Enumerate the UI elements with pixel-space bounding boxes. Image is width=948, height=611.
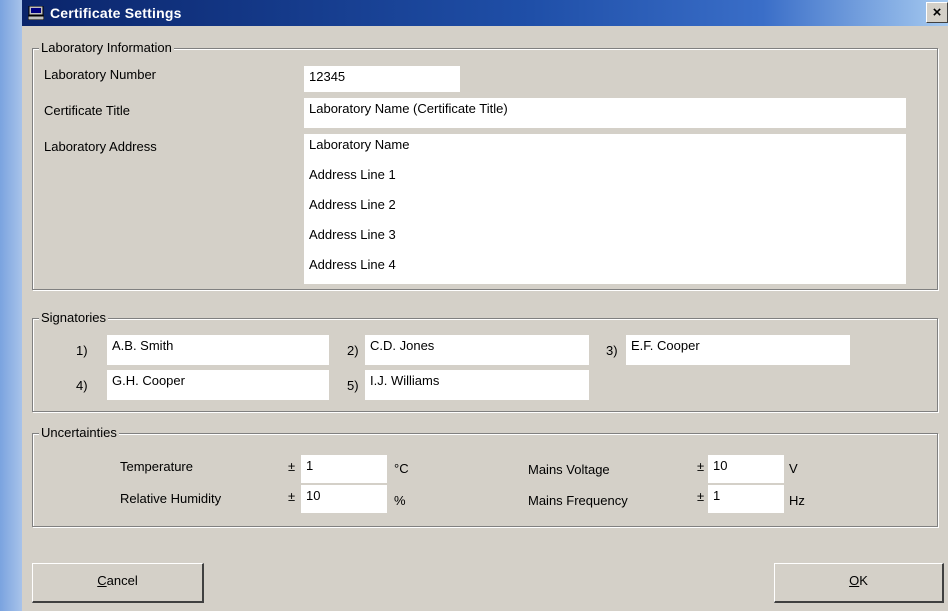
certificate-title-label: Certificate Title xyxy=(44,103,130,118)
signatory-number: 4) xyxy=(76,378,88,393)
signatory-number: 5) xyxy=(347,378,359,393)
percent-unit: % xyxy=(394,493,406,508)
signatory-number: 3) xyxy=(606,343,618,358)
computer-icon xyxy=(28,6,44,20)
laboratory-address-label: Laboratory Address xyxy=(44,139,157,154)
desktop-background xyxy=(0,0,22,611)
celsius-unit: °C xyxy=(394,461,409,476)
cancel-accelerator: C xyxy=(97,573,107,588)
signatory-field[interactable]: A.B. Smith xyxy=(107,335,329,365)
signatories-legend: Signatories xyxy=(39,310,109,325)
plus-minus-sign: ± xyxy=(288,489,296,504)
uncertainties-legend: Uncertainties xyxy=(39,425,119,440)
mains-frequency-label: Mains Frequency xyxy=(528,493,628,508)
address-line-field[interactable]: Address Line 2 xyxy=(304,194,906,224)
address-line-field[interactable]: Laboratory Name xyxy=(304,134,906,164)
uncertainties-group: Uncertainties xyxy=(32,425,938,527)
hertz-unit: Hz xyxy=(789,493,805,508)
ok-button[interactable]: OK xyxy=(774,563,944,603)
address-line-field[interactable]: Address Line 3 xyxy=(304,224,906,254)
temperature-label: Temperature xyxy=(120,459,193,474)
relative-humidity-label: Relative Humidity xyxy=(120,491,222,506)
humidity-uncertainty-field[interactable]: 10 xyxy=(301,485,387,513)
close-button[interactable]: × xyxy=(926,2,948,23)
laboratory-number-field[interactable]: 12345 xyxy=(304,66,460,92)
voltage-uncertainty-field[interactable]: 10 xyxy=(708,455,784,483)
mains-voltage-label: Mains Voltage xyxy=(528,462,610,477)
certificate-settings-dialog: Certificate Settings × Laboratory Inform… xyxy=(22,0,948,611)
ok-accelerator: O xyxy=(849,573,860,588)
plus-minus-sign: ± xyxy=(697,489,705,504)
close-icon: × xyxy=(932,4,942,21)
cancel-label: ancel xyxy=(106,573,138,588)
signatory-field[interactable]: E.F. Cooper xyxy=(626,335,850,365)
cancel-button[interactable]: Cancel xyxy=(32,563,204,603)
laboratory-number-label: Laboratory Number xyxy=(44,67,156,82)
address-line-field[interactable]: Address Line 1 xyxy=(304,164,906,194)
plus-minus-sign: ± xyxy=(697,459,705,474)
plus-minus-sign: ± xyxy=(288,459,296,474)
frequency-uncertainty-field[interactable]: 1 xyxy=(708,485,784,513)
laboratory-information-legend: Laboratory Information xyxy=(39,40,174,55)
volt-unit: V xyxy=(789,461,798,476)
address-line-field[interactable]: Address Line 4 xyxy=(304,254,906,284)
signatory-field[interactable]: I.J. Williams xyxy=(365,370,589,400)
certificate-title-field[interactable]: Laboratory Name (Certificate Title) xyxy=(304,98,906,128)
ok-label: K xyxy=(859,573,868,588)
signatory-field[interactable]: G.H. Cooper xyxy=(107,370,329,400)
window-title: Certificate Settings xyxy=(50,5,182,21)
signatory-number: 2) xyxy=(347,343,359,358)
signatory-number: 1) xyxy=(76,343,88,358)
signatory-field[interactable]: C.D. Jones xyxy=(365,335,589,365)
title-bar[interactable]: Certificate Settings × xyxy=(22,0,948,26)
temperature-uncertainty-field[interactable]: 1 xyxy=(301,455,387,483)
